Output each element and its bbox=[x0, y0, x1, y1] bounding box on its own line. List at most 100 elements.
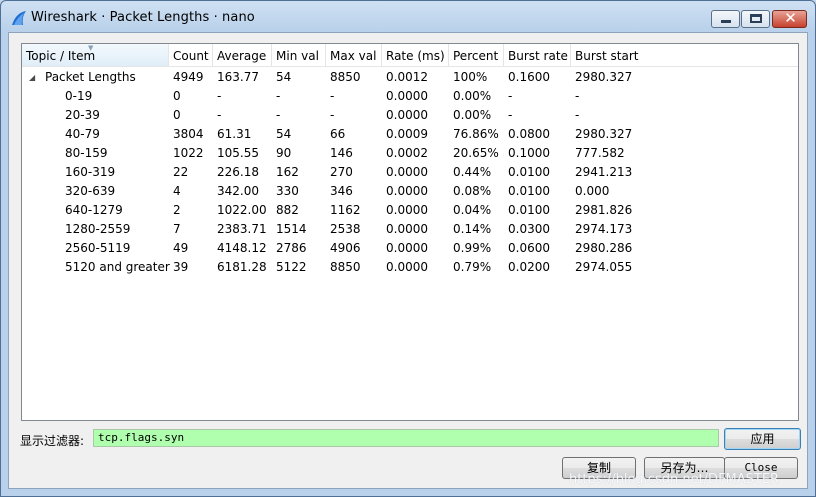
cell-average: 2383.71 bbox=[217, 222, 267, 236]
minimize-button[interactable] bbox=[711, 10, 740, 28]
table-row[interactable]: 2560-5119 49 4148.12 2786 4906 0.0000 0.99% 0.0… bbox=[22, 239, 798, 258]
cell-rate: 0.0000 bbox=[386, 184, 428, 198]
cell-count: 4 bbox=[173, 184, 181, 198]
column-header-rate[interactable]: Rate (ms) bbox=[382, 44, 449, 66]
cell-min-val: - bbox=[276, 108, 281, 122]
cell-burst-start: 2974.173 bbox=[575, 222, 633, 236]
cell-min-val: 882 bbox=[276, 203, 299, 217]
table-row[interactable]: 640-1279 2 1022.00 882 1162 0.0000 0.04% 0.0100… bbox=[22, 201, 798, 220]
column-header-percent[interactable]: Percent bbox=[449, 44, 504, 66]
cell-max-val: 8850 bbox=[330, 260, 361, 274]
cell-rate: 0.0002 bbox=[386, 146, 428, 160]
column-header-count[interactable]: Count bbox=[169, 44, 213, 66]
cell-percent: 0.14% bbox=[453, 222, 492, 236]
cell-burst-rate: 0.0100 bbox=[508, 165, 550, 179]
cell-max-val: 346 bbox=[330, 184, 353, 198]
table-row[interactable]: 1280-2559 7 2383.71 1514 2538 0.0000 0.14% 0.03… bbox=[22, 220, 798, 239]
cell-percent: 76.86% bbox=[453, 127, 499, 141]
dialog-client-area: Topic / Item Count Average Min val Max v… bbox=[8, 32, 808, 489]
cell-rate: 0.0000 bbox=[386, 260, 428, 274]
cell-average: 163.77 bbox=[217, 70, 259, 84]
display-filter-input[interactable]: tcp.flags.syn bbox=[93, 429, 719, 447]
cell-burst-rate: 0.1600 bbox=[508, 70, 550, 84]
column-header-burst-rate[interactable]: Burst rate bbox=[504, 44, 571, 66]
cell-topic: Packet Lengths bbox=[45, 70, 136, 84]
cell-topic: 640-1279 bbox=[65, 203, 123, 217]
window-title: Wireshark · Packet Lengths · nano bbox=[31, 10, 255, 25]
table-row[interactable]: 320-639 4 342.00 330 346 0.0000 0.08% 0.0100 0.0… bbox=[22, 182, 798, 201]
cell-rate: 0.0000 bbox=[386, 108, 428, 122]
table-row[interactable]: 160-319 22 226.18 162 270 0.0000 0.44% 0.0100 29… bbox=[22, 163, 798, 182]
cell-max-val: - bbox=[330, 108, 335, 122]
cell-burst-start: 0.000 bbox=[575, 184, 610, 198]
maximize-icon bbox=[750, 14, 762, 23]
cell-average: - bbox=[217, 108, 222, 122]
cell-rate: 0.0000 bbox=[386, 89, 428, 103]
column-header-min-val[interactable]: Min val bbox=[272, 44, 326, 66]
cell-topic: 20-39 bbox=[65, 108, 100, 122]
cell-min-val: 162 bbox=[276, 165, 299, 179]
cell-burst-start: 2981.826 bbox=[575, 203, 633, 217]
cell-rate: 0.0000 bbox=[386, 165, 428, 179]
cell-count: 1022 bbox=[173, 146, 204, 160]
column-header-burst-start[interactable]: Burst start bbox=[571, 44, 798, 66]
cell-count: 39 bbox=[173, 260, 189, 274]
column-header-row: Topic / Item Count Average Min val Max v… bbox=[22, 44, 798, 67]
cell-rate: 0.0000 bbox=[386, 203, 428, 217]
watermark-text: https://blog.csdn.net/DFMASTER bbox=[569, 472, 780, 487]
table-row[interactable]: 80-159 1022 105.55 90 146 0.0002 20.65% 0.1000 7… bbox=[22, 144, 798, 163]
cell-average: 105.55 bbox=[217, 146, 259, 160]
cell-rate: 0.0009 bbox=[386, 127, 428, 141]
close-icon: ✕ bbox=[784, 9, 797, 27]
cell-max-val: 1162 bbox=[330, 203, 361, 217]
collapse-triangle-icon[interactable]: ◢ bbox=[29, 68, 35, 87]
cell-average: 226.18 bbox=[217, 165, 259, 179]
cell-burst-rate: 0.0200 bbox=[508, 260, 550, 274]
cell-topic: 5120 and greater bbox=[65, 260, 170, 274]
cell-average: 1022.00 bbox=[217, 203, 267, 217]
column-header-topic[interactable]: Topic / Item bbox=[22, 44, 169, 66]
minimize-icon bbox=[721, 20, 731, 23]
cell-burst-start: 2980.286 bbox=[575, 241, 633, 255]
table-row[interactable]: 0-19 0 - - - 0.0000 0.00% - - bbox=[22, 87, 798, 106]
cell-percent: 0.04% bbox=[453, 203, 492, 217]
cell-min-val: 5122 bbox=[276, 260, 307, 274]
cell-count: 2 bbox=[173, 203, 181, 217]
cell-burst-start: - bbox=[575, 89, 580, 103]
cell-burst-rate: 0.0600 bbox=[508, 241, 550, 255]
cell-count: 49 bbox=[173, 241, 189, 255]
apply-button[interactable]: 应用 bbox=[724, 428, 801, 450]
cell-topic: 40-79 bbox=[65, 127, 100, 141]
cell-rate: 0.0000 bbox=[386, 222, 428, 236]
cell-percent: 100% bbox=[453, 70, 488, 84]
cell-max-val: - bbox=[330, 89, 335, 103]
column-header-max-val[interactable]: Max val bbox=[326, 44, 382, 66]
cell-max-val: 66 bbox=[330, 127, 346, 141]
cell-burst-rate: 0.1000 bbox=[508, 146, 550, 160]
cell-max-val: 8850 bbox=[330, 70, 361, 84]
cell-average: 342.00 bbox=[217, 184, 259, 198]
cell-count: 4949 bbox=[173, 70, 204, 84]
cell-burst-start: - bbox=[575, 108, 580, 122]
cell-percent: 0.08% bbox=[453, 184, 492, 198]
cell-topic: 160-319 bbox=[65, 165, 116, 179]
table-row[interactable]: 5120 and greater 39 6181.28 5122 8850 0.0000 0… bbox=[22, 258, 798, 277]
table-row[interactable]: 20-39 0 - - - 0.0000 0.00% - - bbox=[22, 106, 798, 125]
cell-count: 22 bbox=[173, 165, 189, 179]
cell-burst-start: 2974.055 bbox=[575, 260, 633, 274]
cell-min-val: 90 bbox=[276, 146, 292, 160]
tree-root-row[interactable]: ◢ Packet Lengths 4949 163.77 54 8850 0.0012 100… bbox=[22, 68, 798, 87]
table-row[interactable]: 40-79 3804 61.31 54 66 0.0009 76.86% 0.0800 2980… bbox=[22, 125, 798, 144]
column-header-average[interactable]: Average bbox=[213, 44, 272, 66]
stats-tree[interactable]: Topic / Item Count Average Min val Max v… bbox=[21, 43, 799, 421]
close-window-button[interactable]: ✕ bbox=[772, 9, 807, 28]
cell-percent: 0.00% bbox=[453, 108, 492, 122]
cell-topic: 80-159 bbox=[65, 146, 108, 160]
dialog-window: Wireshark · Packet Lengths · nano ✕ Topi… bbox=[0, 0, 816, 497]
cell-percent: 0.00% bbox=[453, 89, 492, 103]
cell-count: 0 bbox=[173, 108, 181, 122]
maximize-button[interactable] bbox=[741, 10, 770, 28]
cell-burst-rate: - bbox=[508, 108, 513, 122]
cell-max-val: 146 bbox=[330, 146, 353, 160]
cell-count: 7 bbox=[173, 222, 181, 236]
